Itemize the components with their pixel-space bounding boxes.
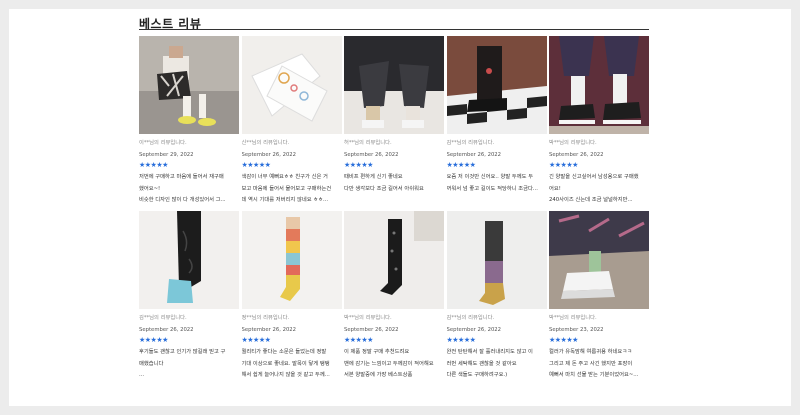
reviewer-name: 박**님의 리뷰입니다. [549, 140, 597, 146]
review-text: 컬러가 유독맘해 여름귀용 하네요ㅋㅋ 그리고 제 돈 주고 사긴 했지만 포장… [549, 347, 649, 382]
review-grid: 이**님의 리뷰입니다. September 29, 2022 ★★★★★ 저번… [139, 36, 649, 386]
review-photo[interactable] [446, 36, 547, 134]
review-text-line: 요즘 저 이것만 신어요.. 양말 두께도 두 [446, 174, 534, 180]
review-photo[interactable] [446, 211, 547, 309]
review-card[interactable]: 허**님의 리뷰입니다. September 26, 2022 ★★★★★ 때비… [344, 36, 444, 211]
review-text-line: 240사이즈 신는데 조금 널널하지만... [549, 197, 633, 203]
review-card[interactable]: 김**님의 리뷰입니다. September 26, 2022 ★★★★★ 요즘… [446, 36, 547, 211]
review-text-line: 후기들도 괜찮고 인기가 많길래 믿고 구 [139, 349, 226, 355]
review-text: 요즘 저 이것만 신어요.. 양말 두께도 두 꺼워서 넘 좋고 길이도 적당하… [447, 172, 547, 207]
review-photo[interactable] [139, 211, 239, 309]
review-text-line: 밴에 감기는 느낌이고 두께감이 적어해요 [344, 360, 434, 367]
review-text-line: 꺼워서 넘 좋고 길이도 적당하니 조금다... [446, 185, 538, 192]
review-text-line: 보고 마음에 들어서 물어보고 구매하는건 [241, 185, 332, 192]
review-text-line: 다른 색들도 구매하려구요.) [446, 372, 508, 378]
reviewer-name: 박**님의 리뷰입니다. [549, 315, 597, 321]
reviewer-name: 김**님의 리뷰입니다. [446, 140, 495, 146]
review-date: September 26, 2022 [344, 327, 399, 333]
review-text-line: 퀄리티가 좋다는 소문은 들었는데 정말 [241, 349, 327, 355]
review-text: 후기들도 괜찮고 인기가 많길래 믿고 구 매했습니다 ... [139, 347, 239, 382]
review-text: 퀄리티가 좋다는 소문은 들었는데 정말 기대 이상으로 좋네요. 발목이 닿게… [242, 347, 342, 382]
review-text-line: ... [139, 372, 145, 378]
review-date: September 26, 2022 [241, 327, 297, 333]
reviewer-name: 신**님의 리뷰입니다. [241, 140, 290, 146]
review-photo[interactable] [241, 36, 342, 134]
review-card[interactable]: 정**님의 리뷰입니다. September 26, 2022 ★★★★★ 퀄리… [241, 211, 342, 386]
reviewer-name: 정**님의 리뷰입니다. [241, 315, 290, 321]
review-text-line: 긴 양말을 신고싶어서 남성용으로 구매했 [549, 174, 639, 180]
review-photo[interactable] [241, 211, 342, 309]
review-text-line: 러번 세탁해도 괜찮을 것 같아요 [446, 360, 517, 367]
review-card[interactable]: 박**님의 리뷰입니다. September 26, 2022 ★★★★★ 이 … [344, 211, 444, 386]
review-text-line: 색감이 너무 예뻐요ㅎㅎ 친구가 신은 거 [241, 174, 328, 180]
review-card[interactable]: 이**님의 리뷰입니다. September 29, 2022 ★★★★★ 저번… [139, 36, 239, 211]
review-date: September 26, 2022 [549, 152, 604, 158]
review-text-line: 해서 쉽게 늘어나지 않을 것 같고 두께... [241, 372, 330, 378]
review-text: 이 제품 정말 구매 추천드려요 밴에 감기는 느낌이고 두께감이 적어해요 서… [344, 347, 444, 382]
review-photo[interactable] [344, 211, 444, 309]
review-text-line: 비슷한 디자인 많이 다 개성있어서 그... [139, 197, 226, 203]
review-text-line: 서본 양말중에 가장 베스트상품 [344, 372, 413, 378]
star-rating: ★★★★★ [139, 336, 168, 344]
star-rating: ★★★★★ [241, 161, 271, 169]
review-text: 저번에 구매하고 마음에 들어서 재구매 했어요~! 비슷한 디자인 많이 다 … [139, 172, 239, 207]
review-photo[interactable] [549, 36, 649, 134]
review-text: 완전 탄탄해서 잘 흘러내리지도 않고 이 러번 세탁해도 괜찮을 것 같아요 … [447, 347, 547, 382]
review-text-line: 이 제품 정말 구매 추천드려요 [344, 349, 410, 355]
star-rating: ★★★★★ [344, 161, 373, 169]
review-text-line: 했어요~! [139, 185, 161, 192]
review-text-line: 저번에 구매하고 마음에 들어서 재구매 [139, 174, 224, 180]
review-text-line: 완전 탄탄해서 잘 흘러내리지도 않고 이 [446, 349, 533, 355]
star-rating: ★★★★★ [446, 161, 476, 169]
review-date: September 26, 2022 [446, 152, 502, 158]
star-rating: ★★★★★ [344, 336, 373, 344]
review-text-line: 데 역시 기대를 저버리지 않네요 ㅎㅎ... [241, 197, 329, 203]
reviewer-name: 김**님의 리뷰입니다. [446, 315, 495, 321]
star-rating: ★★★★★ [446, 336, 476, 344]
review-text-line: 어요! [549, 185, 561, 192]
review-date: September 26, 2022 [139, 327, 194, 333]
review-text-line: 매했습니다 [139, 360, 164, 367]
review-card[interactable]: 박**님의 리뷰입니다. September 26, 2022 ★★★★★ 긴 … [549, 36, 649, 211]
star-rating: ★★★★★ [139, 161, 168, 169]
review-card[interactable]: 김**님의 리뷰입니다. September 26, 2022 ★★★★★ 후기… [139, 211, 239, 386]
review-card[interactable]: 신**님의 리뷰입니다. September 26, 2022 ★★★★★ 색감… [241, 36, 342, 211]
star-rating: ★★★★★ [549, 336, 578, 344]
reviewer-name: 김**님의 리뷰입니다. [139, 315, 187, 321]
reviewer-name: 이**님의 리뷰입니다. [139, 140, 187, 146]
review-date: September 26, 2022 [446, 327, 502, 333]
review-photo[interactable] [139, 36, 239, 134]
review-text-line: 예뻐서 마치 선물 받는 기분이었어요~... [549, 372, 639, 378]
review-text-line: 다만 생각보다 조금 길어서 아쉬워요 [344, 185, 424, 192]
reviewer-name: 박**님의 리뷰입니다. [344, 315, 392, 321]
review-text: 색감이 너무 예뻐요ㅎㅎ 친구가 신은 거 보고 마음에 들어서 물어보고 구매… [242, 172, 342, 207]
star-rating: ★★★★★ [241, 336, 271, 344]
review-text-line: 컬러가 유독맘해 여름귀용 하네요ㅋㅋ [549, 349, 633, 355]
star-rating: ★★★★★ [549, 161, 578, 169]
review-text-line: 기대 이상으로 좋네요. 발목이 닿게 탱탱 [241, 360, 330, 367]
review-text-line: 때비프 편하게 신기 좋네요 [344, 174, 403, 180]
review-photo[interactable] [549, 211, 649, 309]
review-date: September 23, 2022 [549, 327, 604, 333]
review-date: September 29, 2022 [139, 152, 194, 158]
review-text: 때비프 편하게 신기 좋네요 다만 생각보다 조금 길어서 아쉬워요 [344, 172, 444, 207]
review-text-line: 그리고 제 돈 주고 사긴 했지만 포장이 [549, 360, 633, 367]
title-divider [139, 29, 649, 30]
reviewer-name: 허**님의 리뷰입니다. [344, 140, 392, 146]
review-photo[interactable] [344, 36, 444, 134]
review-date: September 26, 2022 [344, 152, 399, 158]
review-date: September 26, 2022 [241, 152, 297, 158]
review-card[interactable]: 김**님의 리뷰입니다. September 26, 2022 ★★★★★ 완전… [446, 211, 547, 386]
review-card[interactable]: 박**님의 리뷰입니다. September 23, 2022 ★★★★★ 컬러… [549, 211, 649, 386]
review-text: 긴 양말을 신고싶어서 남성용으로 구매했 어요! 240사이즈 신는데 조금 … [549, 172, 649, 207]
